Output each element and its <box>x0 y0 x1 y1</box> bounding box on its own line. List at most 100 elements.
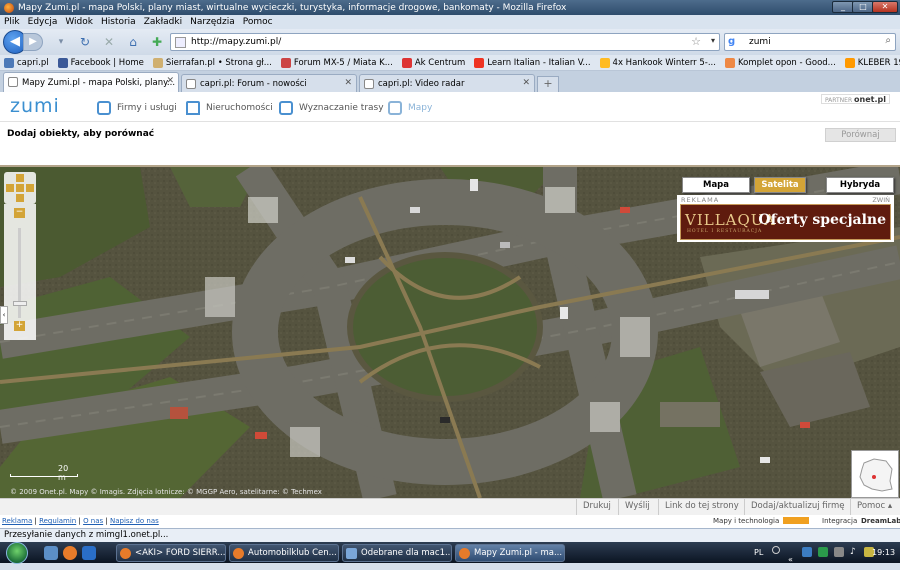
menu-plik[interactable]: Plik <box>4 17 20 27</box>
maximize-button[interactable]: □ <box>852 1 874 13</box>
site-favicon-icon <box>175 37 186 48</box>
tray-expand-icon[interactable]: « <box>788 549 793 570</box>
zumi-tab-trasa[interactable]: Wyznaczanie trasy <box>279 98 384 118</box>
language-indicator[interactable]: PL <box>754 542 763 563</box>
bookmark-label: Sierrafan.pl • Strona gł... <box>165 57 272 68</box>
bookmark-favicon-icon <box>844 57 855 68</box>
url-bar[interactable]: http://mapy.zumi.pl/ ☆ ▾ <box>170 33 720 51</box>
menu-edycja[interactable]: Edycja <box>28 17 58 27</box>
add-update-company-button[interactable]: Dodaj/aktualizuj firmę <box>744 499 850 515</box>
footer-link-regulamin[interactable]: Regulamin <box>39 517 76 525</box>
satellite-map[interactable]: − + ‹ Mapa Satelita Hybryda REKLAMA ZWIŃ… <box>0 167 900 498</box>
forward-button[interactable]: ▶ <box>23 33 43 51</box>
partner-onet-badge[interactable]: PARTNER onet.pl <box>820 94 890 104</box>
reload-icon[interactable]: ↻ <box>77 34 93 50</box>
bookmark-item[interactable]: Facebook | Home <box>57 57 144 68</box>
bookmark-label: Facebook | Home <box>70 57 144 68</box>
tab-capri-forum[interactable]: capri.pl: Forum - nowości ✕ <box>181 74 357 92</box>
close-tab-icon[interactable]: ✕ <box>166 76 174 86</box>
stop-icon[interactable]: ✕ <box>101 34 117 50</box>
menu-pomoc[interactable]: Pomoc <box>243 17 273 27</box>
map-type-mapa-button[interactable]: Mapa <box>682 177 750 193</box>
clock[interactable]: 19:13 <box>872 542 895 563</box>
firefox-quicklaunch-icon[interactable] <box>63 545 77 560</box>
footer-link-o-nas[interactable]: O nas <box>83 517 103 525</box>
bookmark-item[interactable]: 4x Hankook Winterr 5-... <box>599 57 716 68</box>
footer-link-napisz[interactable]: Napisz do nas <box>110 517 159 525</box>
url-dropdown-icon[interactable]: ▾ <box>711 36 715 45</box>
menu-zakladki[interactable]: Zakładki <box>144 17 182 27</box>
footer-partner-logo[interactable] <box>783 517 809 524</box>
footer-mapy-technologia[interactable]: Mapy i technologia <box>713 517 779 525</box>
zoom-out-button[interactable]: − <box>14 208 25 218</box>
bookmark-item[interactable]: Komplet opon - Good... <box>724 57 836 68</box>
start-button[interactable] <box>6 541 28 564</box>
bookmark-favicon-icon <box>724 57 735 68</box>
network-icon[interactable] <box>834 547 844 557</box>
poland-overview-minimap[interactable] <box>851 450 899 498</box>
taskbar-item-automobilklub[interactable]: Automobilklub Cen... <box>229 544 339 562</box>
close-window-button[interactable]: ✕ <box>872 1 898 13</box>
sidebar-toggle-chevron-icon[interactable]: ‹ <box>0 306 8 324</box>
google-search-engine-icon[interactable]: g <box>728 36 735 47</box>
menu-widok[interactable]: Widok <box>65 17 93 27</box>
tray-help-icon[interactable] <box>772 546 780 554</box>
tray-app-icon[interactable] <box>818 547 828 557</box>
tab-mapy-zumi[interactable]: Mapy Zumi.pl - mapa Polski, plany... ✕ <box>3 72 179 92</box>
tab-capri-video-radar[interactable]: capri.pl: Video radar ✕ <box>359 74 535 92</box>
addon-icon[interactable]: ✚ <box>149 34 165 50</box>
pan-down-button[interactable] <box>16 194 24 202</box>
pan-right-button[interactable] <box>26 184 34 192</box>
search-input[interactable]: zumi <box>749 37 771 47</box>
bookmark-item[interactable]: Learn Italian - Italian V... <box>474 57 591 68</box>
compare-button[interactable]: Porównaj <box>825 128 896 142</box>
map-type-satelita-button[interactable]: Satelita <box>754 177 806 193</box>
zumi-tab-nieruchomosci[interactable]: Nieruchomości <box>186 98 273 118</box>
bookmark-item[interactable]: capri.pl <box>4 57 49 68</box>
volume-icon[interactable]: ♪ <box>850 542 856 563</box>
footer-link-reklama[interactable]: Reklama <box>2 517 32 525</box>
pan-center-button[interactable] <box>16 184 24 192</box>
footer-dreamlab-logo[interactable]: DreamLab <box>861 517 900 525</box>
zumi-tab-mapy[interactable]: Mapy <box>388 98 432 118</box>
footer-integracja[interactable]: Integracja <box>822 517 857 525</box>
taskbar-item-odebrane[interactable]: Odebrane dla mac1... <box>342 544 452 562</box>
taskbar-item-aki-ford[interactable]: <AKI> FORD SIERR... <box>116 544 226 562</box>
taskbar-item-mapy-zumi[interactable]: Mapy Zumi.pl - ma... <box>455 544 565 562</box>
minimize-button[interactable]: _ <box>832 1 854 13</box>
home-icon[interactable]: ⌂ <box>125 34 141 50</box>
tray-app-icon[interactable] <box>802 547 812 557</box>
wyslij-button[interactable]: Wyślij <box>618 499 656 515</box>
bookmark-favicon-icon <box>474 57 485 68</box>
pan-left-button[interactable] <box>6 184 14 192</box>
villaqua-ad-banner[interactable]: VILLAQUA HOTEL I RESTAURACJA Oferty spec… <box>680 204 891 240</box>
bookmark-item[interactable]: Forum MX-5 / Miata K... <box>280 57 393 68</box>
navigation-toolbar: ◀ ▶ ▾ ↻ ✕ ⌂ ✚ http://mapy.zumi.pl/ ☆ ▾ g… <box>0 29 900 55</box>
drukuj-button[interactable]: Drukuj <box>576 499 617 515</box>
menu-bar: Plik Edycja Widok Historia Zakładki Narz… <box>0 15 900 29</box>
ad-collapse-button[interactable]: ZWIŃ <box>872 196 890 204</box>
show-desktop-icon[interactable] <box>44 545 58 560</box>
map-type-hybryda-button[interactable]: Hybryda <box>826 177 894 193</box>
zoom-in-button[interactable]: + <box>14 321 25 331</box>
bookmark-item[interactable]: Ak Centrum <box>401 57 465 68</box>
menu-narzedzia[interactable]: Narzędzia <box>190 17 235 27</box>
new-tab-button[interactable]: + <box>537 76 559 92</box>
pan-up-button[interactable] <box>16 174 24 182</box>
bookmark-star-icon[interactable]: ☆ <box>691 35 701 48</box>
zumi-tab-firmy[interactable]: Firmy i usługi <box>97 98 177 118</box>
bookmark-item[interactable]: Sierrafan.pl • Strona gł... <box>152 57 272 68</box>
bookmark-item[interactable]: KLEBER 195 / 55 R15 (8... <box>844 57 900 68</box>
menu-historia[interactable]: Historia <box>101 17 136 27</box>
ie-quicklaunch-icon[interactable] <box>82 545 96 560</box>
url-text[interactable]: http://mapy.zumi.pl/ <box>191 37 281 47</box>
close-tab-icon[interactable]: ✕ <box>522 78 530 88</box>
pomoc-button[interactable]: Pomoc ▴ <box>850 499 898 515</box>
close-tab-icon[interactable]: ✕ <box>344 78 352 88</box>
search-icon[interactable]: ⌕ <box>885 35 891 46</box>
link-button[interactable]: Link do tej strony <box>658 499 745 515</box>
history-dropdown-icon[interactable]: ▾ <box>53 34 69 50</box>
search-box[interactable]: g zumi ⌕ <box>724 33 896 51</box>
zumi-logo[interactable]: zumi <box>10 95 60 117</box>
zoom-slider-handle[interactable] <box>13 301 27 306</box>
